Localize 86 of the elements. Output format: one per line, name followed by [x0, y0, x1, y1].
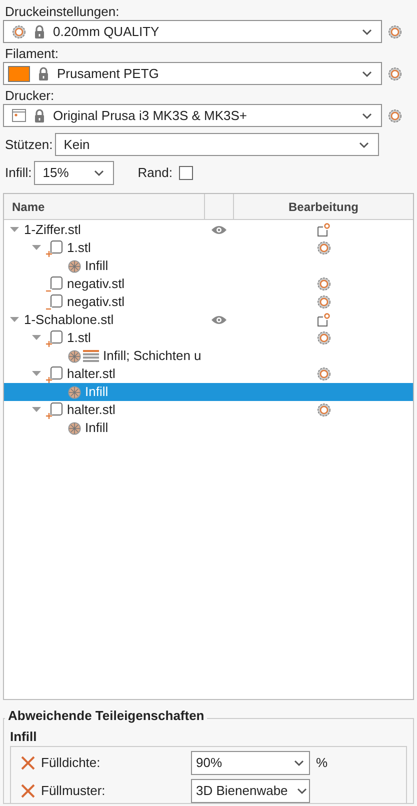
item-label: 1.stl [67, 329, 91, 348]
hatched-circle-icon [68, 260, 81, 272]
expander-icon[interactable] [32, 407, 41, 413]
part-icon [46, 240, 63, 256]
tree-row[interactable]: 1-Schablone.stl [4, 311, 413, 329]
settings-icon[interactable] [316, 367, 330, 381]
item-label: halter.stl [67, 365, 116, 384]
setting-dropdown[interactable]: 90% [191, 751, 310, 775]
column-header[interactable]: Bearbeitung [234, 194, 413, 219]
negative-volume-icon [46, 294, 63, 310]
preset-label: Filament: [4, 45, 60, 62]
settings-icon[interactable] [316, 277, 330, 291]
part-icon [46, 330, 63, 346]
expander-icon[interactable] [10, 227, 19, 233]
item-label: negativ.stl [67, 275, 125, 294]
preset-label: Druckeinstellungen: [4, 3, 120, 20]
tree-row[interactable]: negativ.stl [4, 275, 413, 293]
settings-icon[interactable] [316, 403, 330, 417]
unit-label: % [316, 754, 328, 772]
lock-icon [38, 66, 49, 80]
negative-volume-icon [46, 276, 63, 292]
window-icon [12, 109, 26, 122]
settings-icon[interactable] [316, 295, 330, 309]
brim-checkbox[interactable] [179, 166, 194, 180]
tree-row[interactable]: 1.stl [4, 239, 413, 257]
supports-label: Stützen: [5, 136, 53, 154]
hatched-circle-icon [68, 350, 81, 362]
eye-icon[interactable] [211, 225, 227, 235]
item-label: Infill [85, 419, 108, 438]
layers-icon [83, 350, 99, 362]
item-label: 1-Ziffer.stl [24, 221, 81, 240]
tree-row[interactable]: Infill [4, 257, 413, 275]
expander-icon[interactable] [10, 317, 19, 323]
lock-icon [34, 108, 45, 122]
object-settings-icon[interactable] [316, 313, 330, 327]
object-settings-icon[interactable] [316, 223, 330, 237]
preset-dropdown[interactable]: Original Prusa i3 MK3S & MK3S+ [3, 104, 382, 127]
expander-icon[interactable] [32, 245, 41, 251]
supports-dropdown[interactable]: Kein [54, 133, 379, 156]
settings-icon[interactable] [388, 108, 402, 122]
gear-icon [12, 24, 26, 38]
item-label: Infill [85, 257, 108, 276]
hatched-circle-icon [68, 422, 81, 434]
item-label: negativ.stl [67, 293, 125, 312]
item-label: Infill; Schichten u [103, 347, 202, 366]
settings-icon[interactable] [316, 241, 330, 255]
item-label: 1.stl [67, 239, 91, 258]
lock-icon [34, 24, 45, 38]
tree-row[interactable]: 1.stl [4, 329, 413, 347]
brim-label: Rand: [138, 164, 172, 182]
settings-icon[interactable] [316, 331, 330, 345]
setting-label: Fülldichte: [41, 754, 102, 772]
chevron-icon [293, 759, 305, 767]
chevron-icon [361, 28, 373, 36]
group-subtitle: Infill [9, 728, 38, 746]
preset-dropdown[interactable]: Prusament PETG [3, 62, 382, 85]
chevron-icon [361, 112, 373, 120]
tree-row[interactable]: negativ.stl [4, 293, 413, 311]
expander-icon[interactable] [32, 371, 41, 377]
setting-dropdown[interactable]: 3D Bienenwabe [191, 779, 310, 803]
part-icon [46, 402, 63, 418]
infill-dropdown[interactable]: 15% [34, 161, 114, 185]
tree-row[interactable]: Infill [4, 419, 413, 437]
hatched-circle-icon [68, 386, 81, 398]
chevron-icon [358, 140, 370, 148]
delete-icon[interactable] [21, 784, 35, 798]
item-label: halter.stl [67, 401, 116, 420]
tree-row[interactable]: halter.stl [4, 401, 413, 419]
column-header[interactable]: Name [4, 194, 204, 219]
preset-label: Drucker: [4, 87, 56, 104]
chevron-icon [296, 787, 308, 795]
settings-icon[interactable] [388, 66, 402, 80]
setting-label: Füllmuster: [41, 782, 106, 800]
infill-label: Infill: [5, 164, 32, 182]
item-label: 1-Schablone.stl [24, 311, 114, 330]
part-icon [46, 366, 63, 382]
tree-row[interactable]: Infill; Schichten u [4, 347, 413, 365]
delete-icon[interactable] [21, 756, 35, 770]
item-label: Infill [85, 383, 108, 402]
tree-row[interactable]: 1-Ziffer.stl [4, 221, 413, 239]
eye-icon[interactable] [211, 315, 227, 325]
expander-icon[interactable] [32, 335, 41, 341]
chevron-icon [361, 70, 373, 78]
settings-icon[interactable] [388, 24, 402, 38]
chevron-icon [92, 169, 105, 177]
preset-dropdown[interactable]: 0.20mm QUALITY [3, 20, 382, 43]
